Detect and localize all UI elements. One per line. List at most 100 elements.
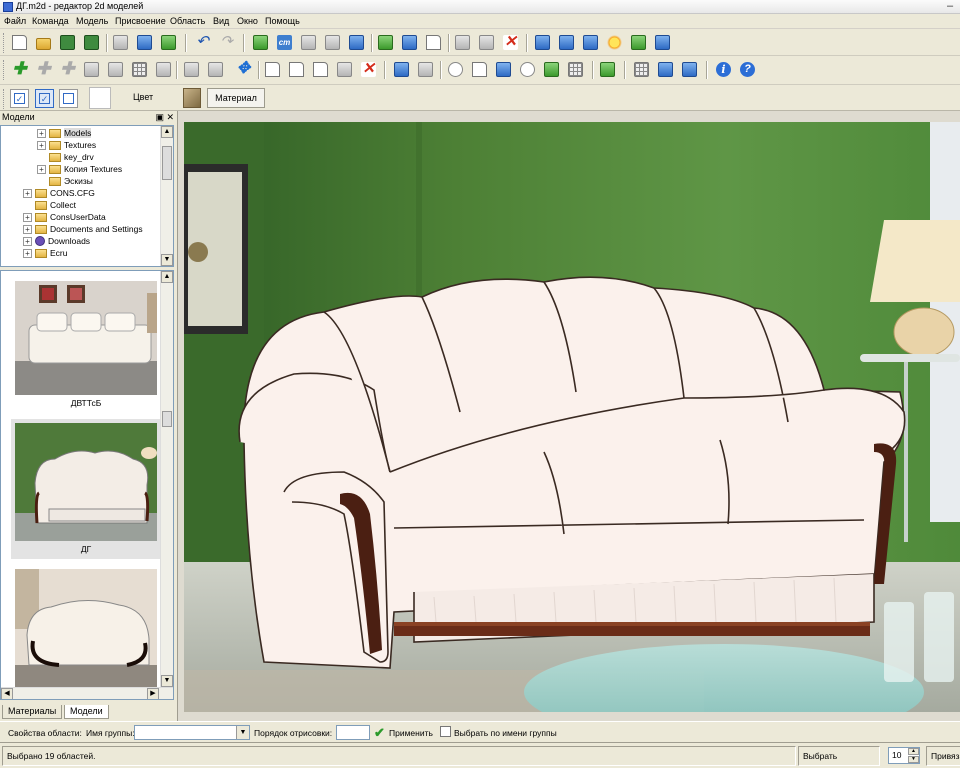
thumbnail-item[interactable]: ДВТТсБ <box>11 277 161 409</box>
undo-button[interactable]: ↶ <box>193 33 212 52</box>
thumbnail-item[interactable] <box>11 569 161 689</box>
copy-area-button[interactable] <box>263 60 282 79</box>
group-button[interactable] <box>206 60 225 79</box>
shirt2-button[interactable] <box>656 60 675 79</box>
tree-item-sketches[interactable]: Эскизы <box>37 175 93 187</box>
scroll-left-icon[interactable]: ◀ <box>1 688 13 699</box>
duplicate-button[interactable] <box>182 60 201 79</box>
scroll-thumb[interactable] <box>162 146 172 180</box>
measure-button[interactable] <box>323 33 342 52</box>
menu-assign[interactable]: Присвоение <box>115 16 166 26</box>
panel-float-close-buttons[interactable]: ▣ ✕ <box>155 111 174 123</box>
save-button[interactable] <box>58 33 77 52</box>
mesh-button[interactable] <box>581 33 600 52</box>
thumbnails-scrollbar[interactable]: ▲ ▼ <box>160 271 173 687</box>
pattern-button[interactable] <box>632 60 651 79</box>
tree-item-collect[interactable]: Collect <box>23 199 76 211</box>
move-button[interactable]: ✥ <box>234 60 253 79</box>
model-thumbnails[interactable]: ДВТТсБ ДГ ▲ ▼ ◀ ▶ <box>0 270 174 700</box>
expand-icon[interactable]: + <box>23 224 32 234</box>
grid-tool-button[interactable] <box>130 60 149 79</box>
delete-area-button[interactable]: ✕ <box>359 60 378 79</box>
scroll-thumb[interactable] <box>162 411 172 427</box>
select-tool-button[interactable] <box>299 33 318 52</box>
delete-layer-button[interactable]: ✕ <box>501 33 520 52</box>
menu-view[interactable]: Вид <box>213 16 229 26</box>
image-button[interactable] <box>347 33 366 52</box>
texture-grid-button[interactable] <box>566 60 585 79</box>
tree-item-key-drv[interactable]: key_drv <box>37 151 94 163</box>
chevron-down-icon[interactable]: ▼ <box>236 726 249 739</box>
paste-area-button[interactable] <box>287 60 306 79</box>
scroll-up-icon[interactable]: ▲ <box>161 271 173 283</box>
texture-preview[interactable] <box>183 88 201 108</box>
draw-order-input[interactable] <box>336 725 370 740</box>
menu-model[interactable]: Модель <box>76 16 108 26</box>
menu-window[interactable]: Окно <box>237 16 258 26</box>
tolerance-spinner[interactable]: 10 ▲ ▼ <box>888 747 920 764</box>
select-area-mode-button[interactable]: ✓ <box>35 89 54 108</box>
palette-button[interactable] <box>629 33 648 52</box>
minimize-icon[interactable]: – <box>941 0 959 13</box>
tree-item-documents[interactable]: + Documents and Settings <box>23 223 143 235</box>
expand-icon[interactable]: + <box>23 212 32 222</box>
expand-icon[interactable]: + <box>37 128 46 138</box>
tree-scrollbar[interactable]: ▲ ▼ <box>160 126 173 266</box>
view-button[interactable] <box>446 60 465 79</box>
render-button[interactable] <box>542 60 561 79</box>
expand-icon[interactable]: + <box>23 188 32 198</box>
layer-add-button[interactable] <box>376 33 395 52</box>
cube-button[interactable] <box>680 60 699 79</box>
tree-item-ecru[interactable]: + Ecru <box>23 247 67 259</box>
tree-item-cons-cfg[interactable]: + CONS.CFG <box>23 187 95 199</box>
paste-button[interactable] <box>477 33 496 52</box>
tree-item-consuserdata[interactable]: + ConsUserData <box>23 211 106 223</box>
zoom-area-button[interactable] <box>416 60 435 79</box>
select-mode-button[interactable]: ✓ <box>10 89 29 108</box>
export-button[interactable] <box>159 33 178 52</box>
open-button[interactable] <box>34 33 53 52</box>
new-file-button[interactable] <box>10 33 29 52</box>
redo-button[interactable]: ↷ <box>217 33 236 52</box>
curve-button[interactable] <box>82 60 101 79</box>
group-name-select[interactable]: ▼ <box>134 725 250 740</box>
warp-button[interactable] <box>106 60 125 79</box>
expand-icon[interactable]: + <box>37 164 46 174</box>
add-point-button[interactable]: ✚ <box>34 60 53 79</box>
add-node-button[interactable]: ✚ <box>58 60 77 79</box>
menu-area[interactable]: Область <box>170 16 205 26</box>
info-button[interactable]: i <box>714 60 733 79</box>
align-button[interactable] <box>154 60 173 79</box>
light-button[interactable] <box>605 33 624 52</box>
mesh-remove-button[interactable] <box>557 33 576 52</box>
scroll-up-icon[interactable]: ▲ <box>161 126 173 138</box>
tab-materials[interactable]: Материалы <box>2 705 63 719</box>
menu-command[interactable]: Команда <box>32 16 69 26</box>
copy-button[interactable] <box>453 33 472 52</box>
scroll-down-icon[interactable]: ▼ <box>161 254 173 266</box>
fit-button[interactable] <box>251 33 270 52</box>
menu-help[interactable]: Помощь <box>265 16 300 26</box>
print-button[interactable] <box>111 33 130 52</box>
expand-icon[interactable]: + <box>23 248 32 258</box>
apply-button[interactable]: Применить <box>389 728 433 738</box>
view-eye-button[interactable] <box>518 60 537 79</box>
scroll-down-icon[interactable]: ▼ <box>161 675 173 687</box>
save-as-button[interactable] <box>82 33 101 52</box>
view-page-button[interactable] <box>470 60 489 79</box>
mail-button[interactable] <box>335 60 354 79</box>
scroll-right-icon[interactable]: ▶ <box>147 688 159 699</box>
view-layer-button[interactable] <box>494 60 513 79</box>
material-button[interactable]: Материал <box>207 88 265 108</box>
layer-edit-button[interactable] <box>400 33 419 52</box>
folder-tree[interactable]: + Models + Textures key_drv + Копия Text… <box>0 125 174 267</box>
import-button[interactable] <box>135 33 154 52</box>
tree-item-textures[interactable]: + Textures <box>37 139 96 151</box>
mesh-add-button[interactable] <box>533 33 552 52</box>
select-group-mode-button[interactable] <box>59 89 78 108</box>
settings-button[interactable] <box>653 33 672 52</box>
help-button[interactable]: ? <box>738 60 757 79</box>
tree-item-downloads[interactable]: + Downloads <box>23 235 90 247</box>
page-button[interactable] <box>424 33 443 52</box>
units-button[interactable]: cm <box>275 33 294 52</box>
